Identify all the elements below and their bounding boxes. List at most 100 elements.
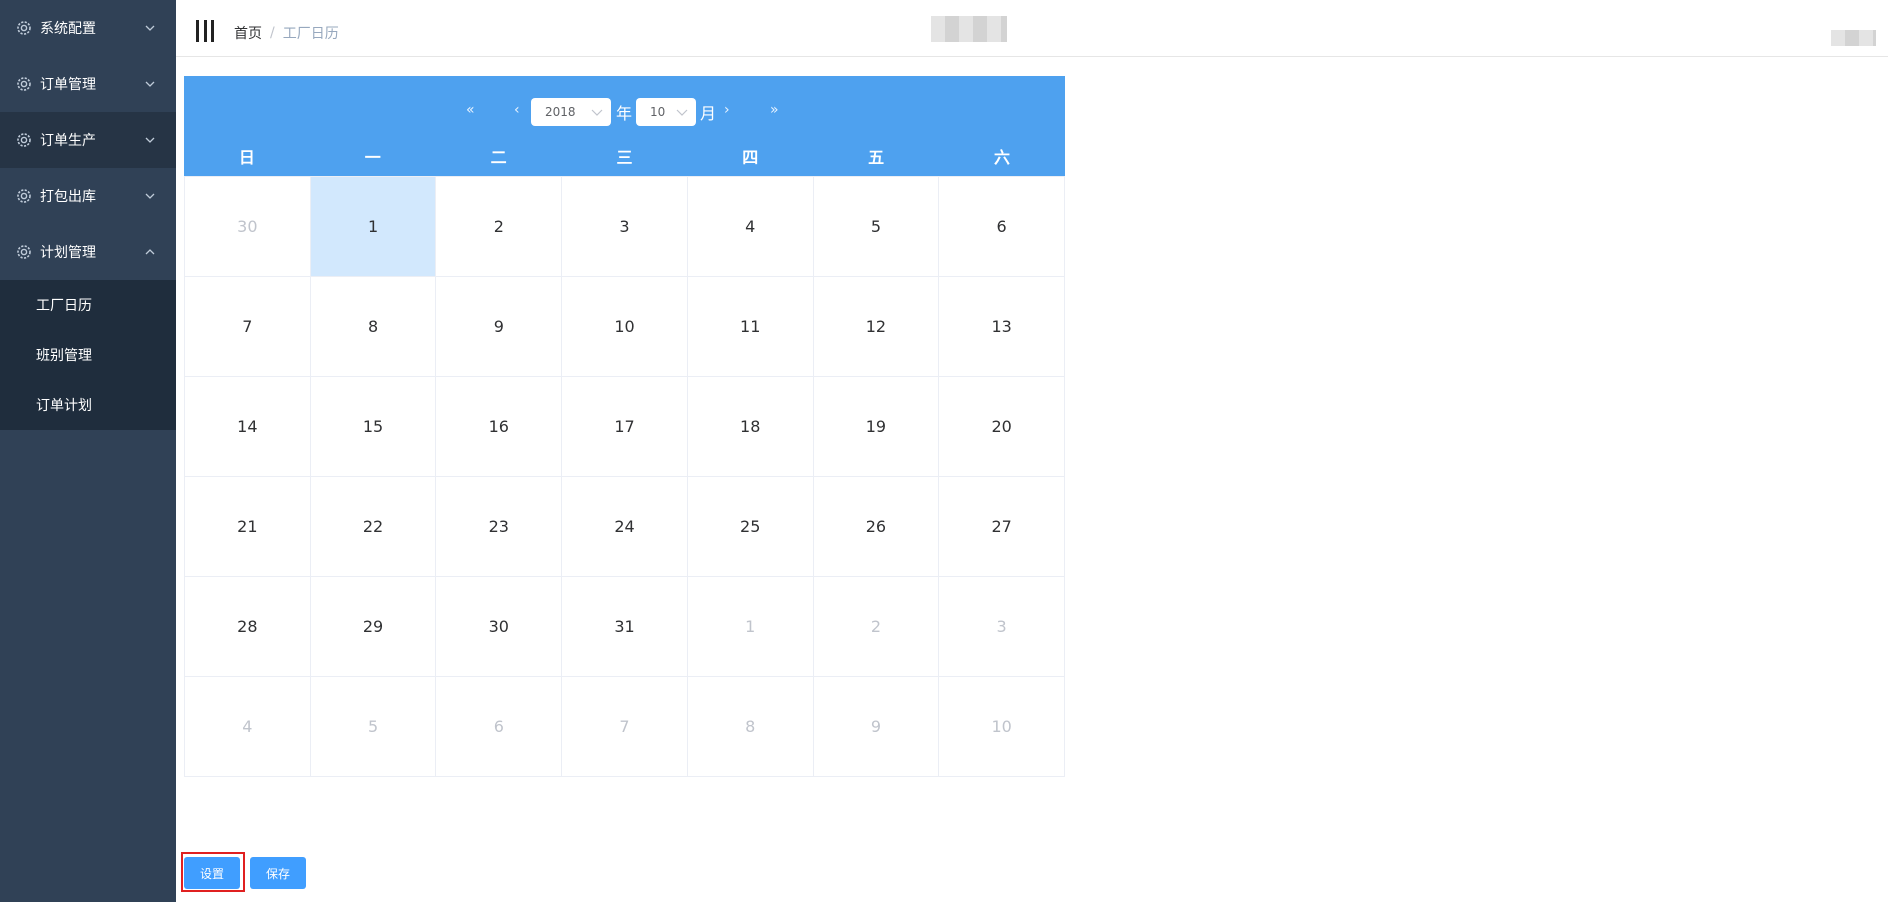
- breadcrumb-separator: /: [270, 25, 275, 41]
- calendar-day-cell[interactable]: 21: [185, 477, 311, 577]
- weekday-sun: 日: [238, 148, 255, 167]
- plan-submenu: 工厂日历 班别管理 订单计划: [0, 280, 176, 430]
- calendar-day-cell[interactable]: 5: [310, 677, 437, 777]
- menu-plan-management[interactable]: 计划管理: [0, 224, 176, 280]
- menu-packing-outbound[interactable]: 打包出库: [0, 168, 176, 224]
- breadcrumb-current: 工厂日历: [282, 26, 339, 42]
- year-select[interactable]: 2018: [531, 98, 611, 126]
- calendar-day-cell[interactable]: 4: [185, 677, 311, 777]
- calendar-day-cell[interactable]: 30: [185, 177, 311, 277]
- calendar-day-cell[interactable]: 25: [687, 477, 814, 577]
- calendar-day-cell[interactable]: 8: [310, 277, 437, 377]
- calendar-day-cell[interactable]: 31: [562, 577, 688, 677]
- calendar-day-cell[interactable]: 7: [185, 277, 311, 377]
- calendar-day-cell[interactable]: 27: [939, 477, 1065, 577]
- calendar-day-cell[interactable]: 6: [436, 677, 563, 777]
- menu-label: 订单生产: [40, 133, 96, 149]
- weekday-row: 日 一 二 三 四 五 六: [184, 144, 1065, 168]
- calendar-day-cell[interactable]: 30: [436, 577, 563, 677]
- submenu-order-plan[interactable]: 订单计划: [0, 380, 176, 430]
- calendar-day-cell[interactable]: 20: [939, 377, 1065, 477]
- calendar-day-cell[interactable]: 6: [939, 177, 1065, 277]
- chevron-down-icon: [144, 78, 156, 90]
- calendar-day-cell[interactable]: 28: [185, 577, 311, 677]
- calendar-day-cell[interactable]: 23: [436, 477, 563, 577]
- calendar-day-cell[interactable]: 5: [813, 177, 940, 277]
- menu-label: 计划管理: [40, 245, 96, 261]
- breadcrumb: 首页 / 工厂日历: [234, 23, 339, 43]
- chevron-down-icon: [676, 107, 688, 117]
- sidebar: 系统配置 订单管理 订单生产 打包出库 计划管理 工厂日历 班别管理 订单计划: [0, 0, 176, 902]
- submenu-factory-calendar[interactable]: 工厂日历: [0, 280, 176, 330]
- chevron-up-icon: [144, 246, 156, 258]
- calendar-day-cell[interactable]: 9: [436, 277, 563, 377]
- set-button[interactable]: 设置: [184, 857, 240, 889]
- menu-order-management[interactable]: 订单管理: [0, 56, 176, 112]
- calendar-day-cell[interactable]: 10: [562, 277, 688, 377]
- calendar-day-cell[interactable]: 4: [687, 177, 814, 277]
- gear-icon: [16, 244, 32, 260]
- calendar-day-cell[interactable]: 1: [310, 177, 437, 277]
- calendar-day-cell[interactable]: 3: [562, 177, 688, 277]
- weekday-thu: 四: [742, 148, 759, 167]
- calendar-day-cell[interactable]: 9: [813, 677, 940, 777]
- month-unit: 月: [700, 104, 717, 123]
- weekday-sat: 六: [993, 148, 1010, 167]
- prev-month-icon[interactable]: ‹: [514, 102, 520, 118]
- year-value: 2018: [545, 105, 576, 119]
- prev-year-icon[interactable]: «: [466, 102, 475, 118]
- calendar-grid: 30 1 2 3 4 5 6 7 8 9 10 11 12 13 14 15 16 17 18 19 20 21 22 23 2…: [184, 176, 1065, 777]
- calendar-day-cell[interactable]: 12: [813, 277, 940, 377]
- blurred-title: [931, 16, 1007, 42]
- chevron-down-icon: [144, 134, 156, 146]
- menu-order-production[interactable]: 订单生产: [0, 112, 176, 168]
- calendar-day-cell[interactable]: 29: [310, 577, 437, 677]
- month-select[interactable]: 10: [636, 98, 696, 126]
- chevron-down-icon: [144, 190, 156, 202]
- calendar-header: « ‹ 2018 年 10 月 › » 日 一 二 三 四 五 六: [184, 76, 1065, 176]
- calendar-day-cell[interactable]: 3: [939, 577, 1065, 677]
- menu-label: 打包出库: [40, 189, 96, 205]
- next-month-icon[interactable]: ›: [724, 102, 730, 118]
- calendar-day-cell[interactable]: 14: [185, 377, 311, 477]
- calendar-day-cell[interactable]: 7: [562, 677, 688, 777]
- calendar-day-cell[interactable]: 15: [310, 377, 437, 477]
- calendar-day-cell[interactable]: 22: [310, 477, 437, 577]
- weekday-mon: 一: [364, 148, 381, 167]
- year-unit: 年: [616, 104, 633, 123]
- calendar-day-cell[interactable]: 18: [687, 377, 814, 477]
- calendar-day-cell[interactable]: 2: [813, 577, 940, 677]
- blurred-user-avatar[interactable]: [1831, 30, 1876, 46]
- calendar-day-cell[interactable]: 2: [436, 177, 563, 277]
- gear-icon: [16, 76, 32, 92]
- calendar-day-cell[interactable]: 17: [562, 377, 688, 477]
- breadcrumb-home[interactable]: 首页: [234, 23, 262, 43]
- gear-icon: [16, 132, 32, 148]
- calendar-day-cell[interactable]: 19: [813, 377, 940, 477]
- weekday-tue: 二: [490, 148, 507, 167]
- gear-icon: [16, 188, 32, 204]
- chevron-down-icon: [144, 22, 156, 34]
- menu-label: 订单管理: [40, 77, 96, 93]
- calendar-day-cell[interactable]: 8: [687, 677, 814, 777]
- gear-icon: [16, 20, 32, 36]
- factory-calendar: « ‹ 2018 年 10 月 › » 日 一 二 三 四 五 六 30 1 2 3 4…: [184, 76, 1065, 777]
- submenu-shift-management[interactable]: 班别管理: [0, 330, 176, 380]
- calendar-day-cell[interactable]: 10: [939, 677, 1065, 777]
- menu-label: 系统配置: [40, 21, 96, 37]
- next-year-icon[interactable]: »: [770, 102, 779, 118]
- chevron-down-icon: [591, 107, 603, 117]
- weekday-wed: 三: [616, 148, 633, 167]
- hamburger-icon[interactable]: [196, 20, 214, 42]
- calendar-day-cell[interactable]: 11: [687, 277, 814, 377]
- calendar-day-cell[interactable]: 13: [939, 277, 1065, 377]
- calendar-day-cell[interactable]: 26: [813, 477, 940, 577]
- menu-system-config[interactable]: 系统配置: [0, 0, 176, 56]
- weekday-fri: 五: [868, 148, 885, 167]
- calendar-day-cell[interactable]: 16: [436, 377, 563, 477]
- save-button[interactable]: 保存: [250, 857, 306, 889]
- calendar-day-cell[interactable]: 24: [562, 477, 688, 577]
- month-value: 10: [650, 105, 666, 119]
- top-navbar: 首页 / 工厂日历: [176, 0, 1888, 57]
- calendar-day-cell[interactable]: 1: [687, 577, 814, 677]
